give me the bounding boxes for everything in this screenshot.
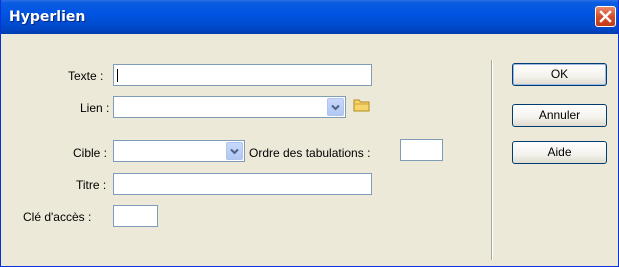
titre-input[interactable] — [114, 174, 371, 194]
lien-input[interactable] — [114, 97, 345, 117]
texte-label: Texte : — [68, 69, 104, 83]
ok-button[interactable]: OK — [512, 63, 607, 86]
titre-field[interactable] — [113, 173, 372, 195]
cible-dropdown[interactable] — [113, 140, 245, 162]
cible-label: Cible : — [73, 146, 108, 160]
texte-input[interactable] — [114, 65, 371, 85]
cle-label: Clé d'accès : — [23, 210, 92, 224]
texte-field[interactable] — [113, 64, 372, 86]
cle-input[interactable] — [114, 206, 157, 226]
window-title: Hyperlien — [9, 9, 86, 25]
close-icon — [599, 10, 612, 23]
lien-label: Lien : — [80, 101, 110, 115]
folder-icon[interactable] — [353, 97, 371, 113]
cle-field[interactable] — [113, 205, 158, 227]
cible-input[interactable] — [114, 141, 244, 161]
close-button[interactable] — [595, 6, 616, 27]
chevron-down-icon — [331, 104, 340, 110]
title-bar[interactable]: Hyperlien — [1, 0, 618, 34]
chevron-down-icon — [230, 148, 239, 154]
cible-dropdown-button[interactable] — [226, 142, 243, 160]
titre-label: Titre : — [76, 178, 107, 192]
text-cursor — [117, 69, 118, 82]
ordre-input[interactable] — [401, 140, 442, 160]
ordre-field[interactable] — [400, 139, 443, 161]
hyperlink-dialog: Hyperlien Texte : Lien : Cible : Ordre d… — [0, 0, 619, 267]
separator — [491, 60, 492, 260]
ordre-label: Ordre des tabulations : — [249, 146, 371, 160]
lien-dropdown-button[interactable] — [327, 98, 344, 116]
annuler-button[interactable]: Annuler — [512, 104, 607, 127]
aide-button[interactable]: Aide — [512, 141, 607, 164]
lien-dropdown[interactable] — [113, 96, 346, 118]
